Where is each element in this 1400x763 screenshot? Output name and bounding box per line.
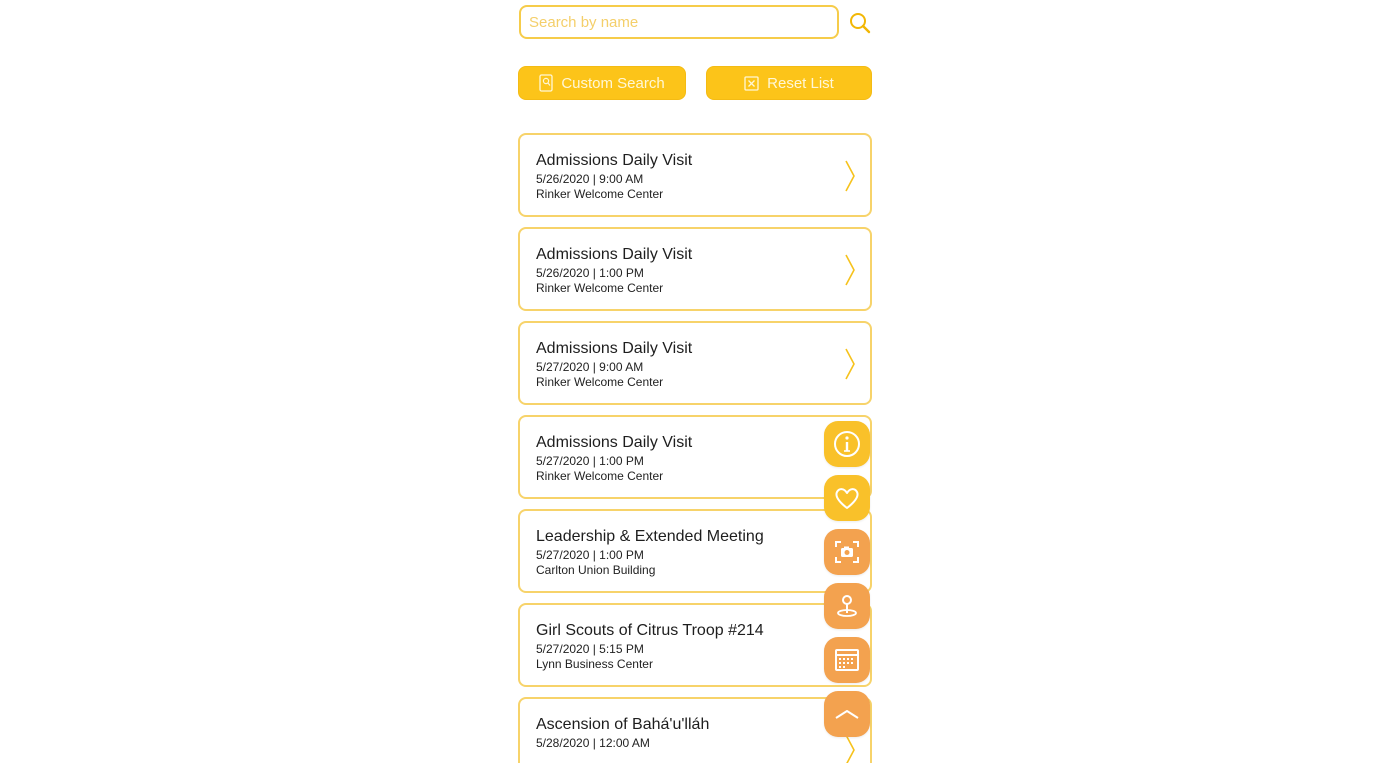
favorites-button[interactable] [824,475,870,521]
event-title: Admissions Daily Visit [536,246,693,263]
event-title: Admissions Daily Visit [536,434,693,451]
scroll-to-top-button[interactable] [824,691,870,737]
event-title: Leadership & Extended Meeting [536,528,764,545]
event-location: Lynn Business Center [536,657,653,671]
event-datetime: 5/27/2020 | 1:00 PM [536,548,644,562]
event-list-item[interactable]: Leadership & Extended Meeting 5/27/2020 … [518,509,872,593]
event-title: Admissions Daily Visit [536,340,693,357]
event-list-item[interactable]: Admissions Daily Visit 5/26/2020 | 1:00 … [518,227,872,311]
event-datetime: 5/27/2020 | 1:00 PM [536,454,644,468]
event-list-item[interactable]: Admissions Daily Visit 5/27/2020 | 1:00 … [518,415,872,499]
chevron-right-icon [845,734,855,763]
reset-list-label: Reset List [767,74,834,92]
info-icon [834,431,860,457]
map-button[interactable] [824,583,870,629]
search-icon[interactable] [849,12,871,34]
search-field[interactable] [519,5,839,39]
event-list-item[interactable]: Ascension of Bahá'u'lláh 5/28/2020 | 12:… [518,697,872,763]
event-list-item[interactable]: Girl Scouts of Citrus Troop #214 5/27/20… [518,603,872,687]
event-location: Carlton Union Building [536,563,656,577]
chevron-right-icon [845,254,855,286]
event-datetime: 5/27/2020 | 9:00 AM [536,360,644,374]
close-box-icon [744,75,759,91]
search-input[interactable] [521,7,837,37]
custom-search-button[interactable]: Custom Search [518,66,686,100]
info-button[interactable] [824,421,870,467]
chevron-up-icon [835,710,859,719]
heart-icon [835,488,859,509]
camera-scan-icon [835,541,859,563]
event-datetime: 5/26/2020 | 1:00 PM [536,266,644,280]
event-list-item[interactable]: Admissions Daily Visit 5/27/2020 | 9:00 … [518,321,872,405]
event-title: Ascension of Bahá'u'lláh [536,716,710,733]
map-pin-icon [837,595,857,617]
event-location: Rinker Welcome Center [536,375,664,389]
event-list: Admissions Daily Visit 5/26/2020 | 9:00 … [518,133,873,763]
event-datetime: 5/28/2020 | 12:00 AM [536,736,650,750]
event-location: Rinker Welcome Center [536,469,664,483]
event-title: Admissions Daily Visit [536,152,693,169]
event-datetime: 5/27/2020 | 5:15 PM [536,642,644,656]
event-list-item[interactable]: Admissions Daily Visit 5/26/2020 | 9:00 … [518,133,872,217]
custom-search-label: Custom Search [561,74,665,92]
calendar-icon [835,649,859,671]
custom-search-icon [539,74,553,92]
events-screen: Custom Search Reset List Admissions Dail… [518,0,873,763]
calendar-button[interactable] [824,637,870,683]
scan-button[interactable] [824,529,870,575]
event-datetime: 5/26/2020 | 9:00 AM [536,172,644,186]
chevron-right-icon [845,160,855,192]
event-location: Rinker Welcome Center [536,281,664,295]
reset-list-button[interactable]: Reset List [706,66,872,100]
event-title: Girl Scouts of Citrus Troop #214 [536,622,764,639]
event-location: Rinker Welcome Center [536,187,664,201]
chevron-right-icon [845,348,855,380]
